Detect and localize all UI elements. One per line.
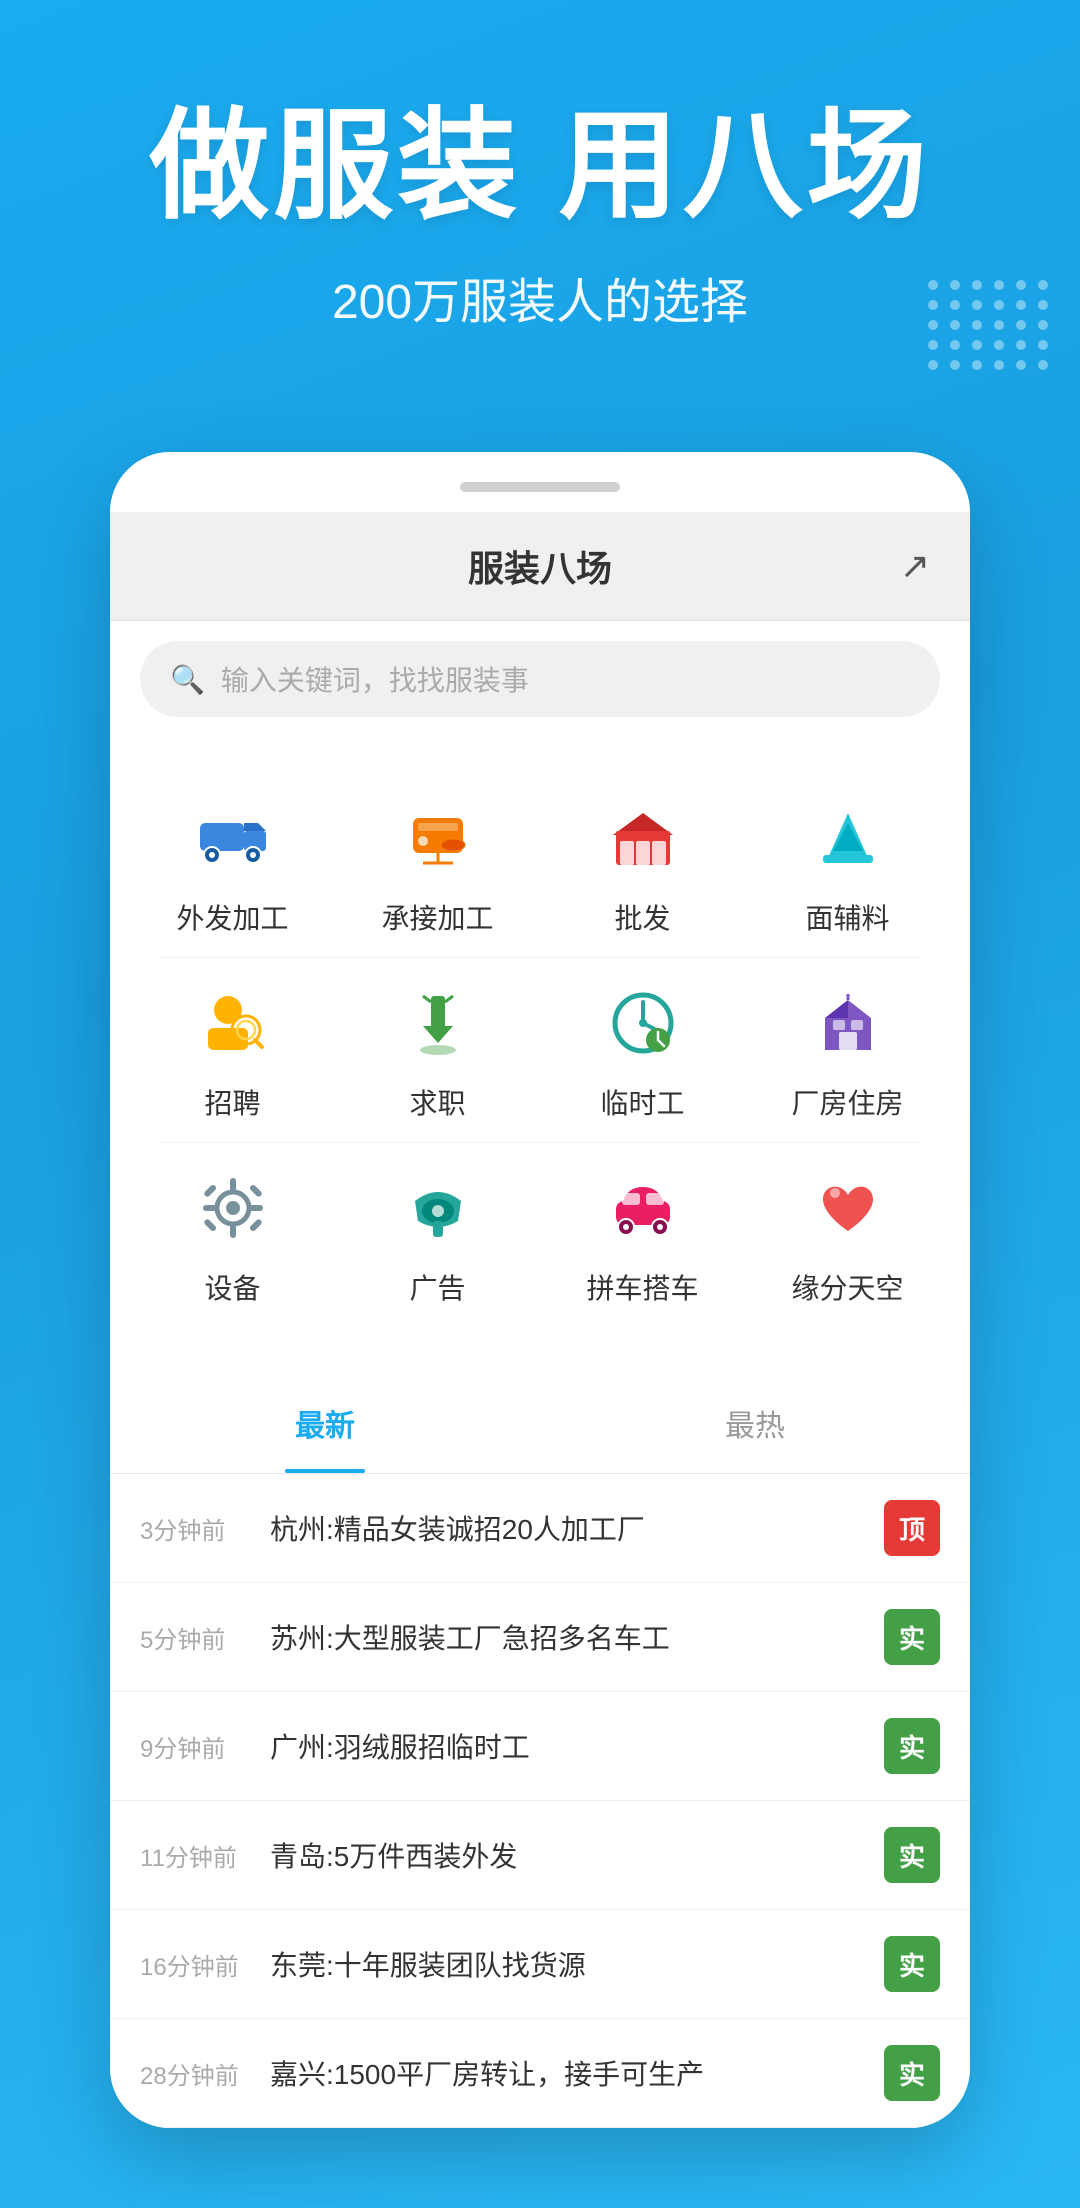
category-item-waifahjiagong[interactable]: 外发加工 xyxy=(143,793,323,937)
feed-item-0[interactable]: 3分钟前 杭州:精品女装诚招20人加工厂 顶 xyxy=(110,1474,970,1583)
tab-zuixin[interactable]: 最新 xyxy=(110,1373,540,1473)
category-item-yuanfen[interactable]: 缘分天空 xyxy=(758,1163,938,1307)
category-label-shebei: 设备 xyxy=(204,1267,260,1307)
feed-time-3: 11分钟前 xyxy=(140,1838,250,1873)
fabric-icon xyxy=(803,793,893,883)
category-row-2: 招聘 求职 xyxy=(130,968,950,1132)
feed-badge-2: 实 xyxy=(884,1718,940,1774)
app-header: 服装八场 ↗ xyxy=(110,512,970,621)
equipment-icon xyxy=(188,1163,278,1253)
search-placeholder-text: 输入关键词，找找服装事 xyxy=(221,659,529,699)
feed-badge-5: 实 xyxy=(884,2045,940,2101)
category-label-mianfuliao: 面辅料 xyxy=(805,897,889,937)
feed-time-0: 3分钟前 xyxy=(140,1511,250,1546)
hero-subtitle: 200万服装人的选择 xyxy=(60,262,1020,332)
job-icon xyxy=(393,978,483,1068)
category-row-1: 外发加工 承接加工 xyxy=(130,783,950,947)
feed-time-1: 5分钟前 xyxy=(140,1620,250,1655)
temp-icon xyxy=(598,978,688,1068)
feed-badge-4: 实 xyxy=(884,1936,940,1992)
phone-mockup: 服装八场 ↗ 🔍 输入关键词，找找服装事 xyxy=(110,452,970,2128)
hero-title: 做服装 用八场 xyxy=(60,100,1020,232)
search-input[interactable]: 🔍 输入关键词，找找服装事 xyxy=(140,641,940,717)
tab-bar: 最新 最热 xyxy=(110,1373,970,1474)
category-label-yuanfen: 缘分天空 xyxy=(791,1267,903,1307)
phone-notch xyxy=(110,482,970,492)
category-label-changfang: 厂房住房 xyxy=(791,1082,903,1122)
ad-icon xyxy=(393,1163,483,1253)
share-icon[interactable]: ↗ xyxy=(900,545,930,587)
carpool-icon xyxy=(598,1163,688,1253)
notch-bar xyxy=(460,482,620,492)
feed-content-2: 广州:羽绒服招临时工 xyxy=(270,1726,864,1766)
decoration-dots xyxy=(928,280,1050,370)
category-item-qiuzhi[interactable]: 求职 xyxy=(348,978,528,1122)
category-label-guanggao: 广告 xyxy=(409,1267,465,1307)
feed-content-5: 嘉兴:1500平厂房转让，接手可生产 xyxy=(270,2053,864,2093)
feed-item-5[interactable]: 28分钟前 嘉兴:1500平厂房转让，接手可生产 实 xyxy=(110,2019,970,2128)
phone-wrapper: 服装八场 ↗ 🔍 输入关键词，找找服装事 xyxy=(0,452,1080,2208)
category-label-zhaopin: 招聘 xyxy=(204,1082,260,1122)
feed-content-4: 东莞:十年服装团队找货源 xyxy=(270,1944,864,1984)
tab-zuire[interactable]: 最热 xyxy=(540,1373,970,1473)
category-item-pifa[interactable]: 批发 xyxy=(553,793,733,937)
feed-badge-0: 顶 xyxy=(884,1500,940,1556)
feed-content-1: 苏州:大型服装工厂急招多名车工 xyxy=(270,1617,864,1657)
category-item-pinche[interactable]: 拼车搭车 xyxy=(553,1163,733,1307)
love-icon xyxy=(803,1163,893,1253)
feed-badge-3: 实 xyxy=(884,1827,940,1883)
feed-time-2: 9分钟前 xyxy=(140,1729,250,1764)
hero-section: 做服装 用八场 200万服装人的选择 xyxy=(0,0,1080,452)
sewing-icon xyxy=(393,793,483,883)
feed-content-3: 青岛:5万件西装外发 xyxy=(270,1835,864,1875)
row-divider-1 xyxy=(160,957,920,958)
category-item-linshigong[interactable]: 临时工 xyxy=(553,978,733,1122)
feed-item-1[interactable]: 5分钟前 苏州:大型服装工厂急招多名车工 实 xyxy=(110,1583,970,1692)
row-divider-2 xyxy=(160,1142,920,1143)
category-label-qiuzhi: 求职 xyxy=(409,1082,465,1122)
feed-content-0: 杭州:精品女装诚招20人加工厂 xyxy=(270,1508,864,1548)
feed-item-2[interactable]: 9分钟前 广州:羽绒服招临时工 实 xyxy=(110,1692,970,1801)
category-label-pinche: 拼车搭车 xyxy=(586,1267,698,1307)
feed-item-4[interactable]: 16分钟前 东莞:十年服装团队找货源 实 xyxy=(110,1910,970,2019)
store-icon xyxy=(598,793,688,883)
category-item-zhaopin[interactable]: 招聘 xyxy=(143,978,323,1122)
category-item-mianfuliao[interactable]: 面辅料 xyxy=(758,793,938,937)
category-row-3: 设备 广告 xyxy=(130,1153,950,1317)
feed-list: 3分钟前 杭州:精品女装诚招20人加工厂 顶 5分钟前 苏州:大型服装工厂急招多… xyxy=(110,1474,970,2128)
feed-item-3[interactable]: 11分钟前 青岛:5万件西装外发 实 xyxy=(110,1801,970,1910)
category-item-shebei[interactable]: 设备 xyxy=(143,1163,323,1307)
category-label-chengjie: 承接加工 xyxy=(381,897,493,937)
app-title: 服装八场 xyxy=(468,540,612,592)
recruit-icon xyxy=(188,978,278,1068)
feed-badge-1: 实 xyxy=(884,1609,940,1665)
factory-icon xyxy=(803,978,893,1068)
category-label-waifa: 外发加工 xyxy=(176,897,288,937)
category-label-linshigong: 临时工 xyxy=(600,1082,684,1122)
search-bar: 🔍 输入关键词，找找服装事 xyxy=(110,621,970,737)
category-item-guanggao[interactable]: 广告 xyxy=(348,1163,528,1307)
search-icon: 🔍 xyxy=(170,663,205,696)
category-section: 外发加工 承接加工 xyxy=(110,753,970,1357)
feed-time-5: 28分钟前 xyxy=(140,2056,250,2091)
category-item-changfang[interactable]: 厂房住房 xyxy=(758,978,938,1122)
truck-icon xyxy=(188,793,278,883)
category-item-chengjiejiagong[interactable]: 承接加工 xyxy=(348,793,528,937)
category-label-pifa: 批发 xyxy=(614,897,670,937)
feed-time-4: 16分钟前 xyxy=(140,1947,250,1982)
